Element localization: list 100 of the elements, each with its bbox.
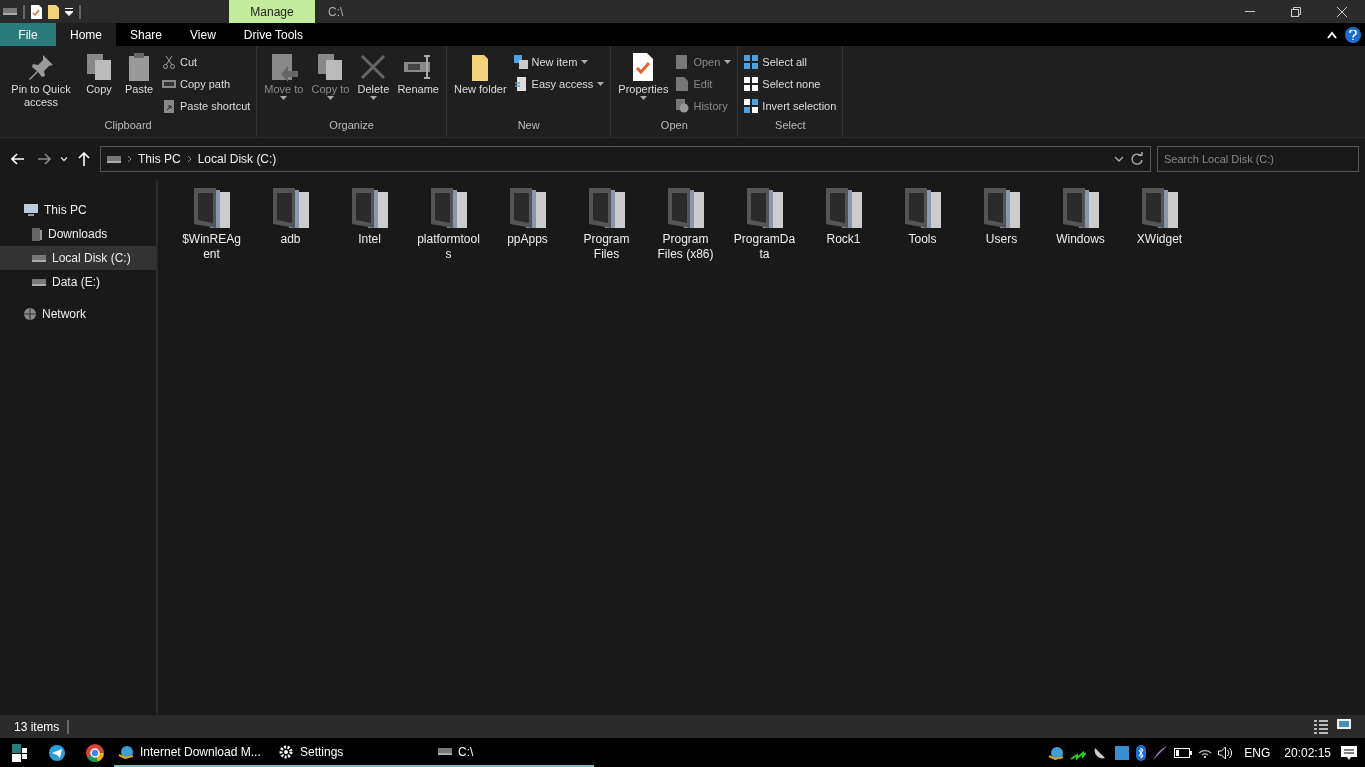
group-label: Select [774, 118, 807, 133]
ribbon-tab[interactable]: View [176, 23, 230, 46]
drive-icon [3, 8, 17, 15]
taskbar-app[interactable]: C:\ [434, 738, 594, 767]
group-label: Clipboard [103, 118, 153, 133]
new-item-icon [513, 55, 528, 69]
wifi-icon [1198, 747, 1213, 758]
folder-name[interactable]: Program Files [574, 232, 639, 262]
ribbon-button[interactable]: Paste shortcut [160, 96, 253, 116]
folder-name[interactable]: Intel [358, 232, 381, 247]
folder-name[interactable]: Windows [1056, 232, 1105, 247]
folder-icon [509, 188, 546, 228]
open-icon [675, 55, 690, 69]
close-icon [1337, 6, 1347, 17]
ribbon-button[interactable]: Copy [80, 49, 118, 117]
ribbon-tab[interactable]: File [0, 23, 56, 46]
taskbar-app[interactable]: Settings [274, 738, 434, 767]
folder-icon [746, 188, 783, 228]
sidebar-item[interactable]: Downloads [0, 222, 156, 246]
sidebar-item[interactable]: Data (E:) [0, 270, 156, 294]
group-label: Organize [328, 118, 375, 133]
folder-name[interactable]: ppApps [507, 232, 548, 247]
ribbon-button[interactable]: Select none [742, 74, 839, 94]
folder-name[interactable]: adb [280, 232, 301, 247]
ribbon-button[interactable]: New item [511, 52, 607, 72]
folder-name[interactable]: Rock1 [826, 232, 861, 247]
folder-name[interactable]: ProgramData [732, 232, 797, 262]
help-icon[interactable] [1345, 26, 1361, 43]
ribbon-button[interactable]: Pin to Quick access [4, 49, 78, 117]
edit-icon [675, 77, 690, 91]
chevron-down-icon [60, 156, 68, 162]
select-none-icon [744, 77, 759, 91]
folder-icon [1141, 188, 1178, 228]
dropdown-icon [65, 7, 73, 16]
easy-access-icon [513, 77, 528, 91]
drive-icon [32, 254, 46, 262]
ribbon-button[interactable]: Invert selection [742, 96, 839, 116]
collapse-icon [1327, 30, 1337, 39]
scissors-icon [162, 55, 176, 69]
folder-icon [825, 188, 862, 228]
folder-name[interactable]: platformtools [416, 232, 481, 262]
properties-icon [31, 4, 42, 19]
feather-icon [1152, 744, 1169, 761]
ribbon-button[interactable]: Properties [615, 49, 672, 117]
ribbon-tab[interactable]: Share [116, 23, 177, 46]
folder-name[interactable]: XWidget [1136, 232, 1183, 247]
folder-name[interactable]: Users [985, 232, 1018, 247]
ribbon-button[interactable]: Delete [354, 49, 393, 117]
bluetooth-icon [1136, 744, 1147, 761]
folder-icon [983, 188, 1020, 228]
ribbon-button[interactable]: Paste [120, 49, 158, 117]
restore-icon [1291, 6, 1301, 17]
contextual-tab-label: Manage [229, 0, 315, 23]
notification-icon [1341, 745, 1357, 760]
address-bar[interactable]: This PC Local Disk (C:) [100, 146, 1151, 172]
language-indicator[interactable]: ENG [1240, 745, 1275, 760]
refresh-icon [1130, 152, 1144, 166]
shortcut-icon [162, 99, 176, 113]
folder-name[interactable]: $WinREAgent [179, 232, 244, 262]
group-label: Open [659, 118, 689, 133]
taskbar-app[interactable]: Internet Download M... [114, 738, 274, 767]
folder-icon [588, 188, 625, 228]
folder-icon [667, 188, 704, 228]
group-label: New [516, 118, 541, 133]
monitor-icon [24, 204, 38, 216]
sidebar-item[interactable]: This PC [0, 198, 156, 222]
ribbon-button[interactable]: Easy access [511, 74, 607, 94]
paper-plane-icon [49, 744, 65, 761]
chevron-right-icon [127, 155, 132, 163]
clock[interactable]: 20:02:15 [1280, 745, 1335, 760]
breadcrumb[interactable]: This PC [138, 152, 181, 166]
ribbon-button[interactable]: Copy path [160, 74, 253, 94]
ribbon-button[interactable]: Rename [394, 49, 442, 117]
sidebar-item[interactable]: Local Disk (C:) [0, 246, 156, 270]
ribbon-button[interactable]: New folder [450, 49, 510, 117]
folder-icon [272, 188, 309, 228]
ribbon-tab[interactable]: Drive Tools [229, 23, 317, 46]
folder-icon [1062, 188, 1099, 228]
ribbon-button[interactable]: Cut [160, 52, 253, 72]
folder-icon [48, 4, 59, 19]
sidebar-item[interactable]: Network [0, 302, 156, 326]
large-icons-view-icon [1337, 718, 1351, 729]
ribbon-button[interactable]: Select all [742, 52, 839, 72]
item-count: 13 items [14, 719, 60, 734]
folder-name[interactable]: Tools [908, 232, 937, 247]
chevron-right-icon [186, 155, 192, 163]
chevron-down-icon [1114, 156, 1124, 162]
folder-icon [32, 227, 42, 241]
ribbon-tab[interactable]: Home [56, 23, 116, 46]
invert-selection-icon [744, 99, 759, 113]
globe-icon [118, 743, 134, 760]
drive-icon [438, 748, 452, 755]
history-icon [675, 99, 690, 113]
breadcrumb[interactable]: Local Disk (C:) [197, 152, 277, 166]
details-view-icon [1313, 718, 1329, 735]
folder-icon [193, 188, 230, 228]
globe-icon [1048, 744, 1065, 761]
folder-icon [904, 188, 941, 228]
folder-name[interactable]: Program Files (x86) [653, 232, 718, 262]
search-field[interactable]: Search Local Disk (C:) [1157, 146, 1359, 172]
